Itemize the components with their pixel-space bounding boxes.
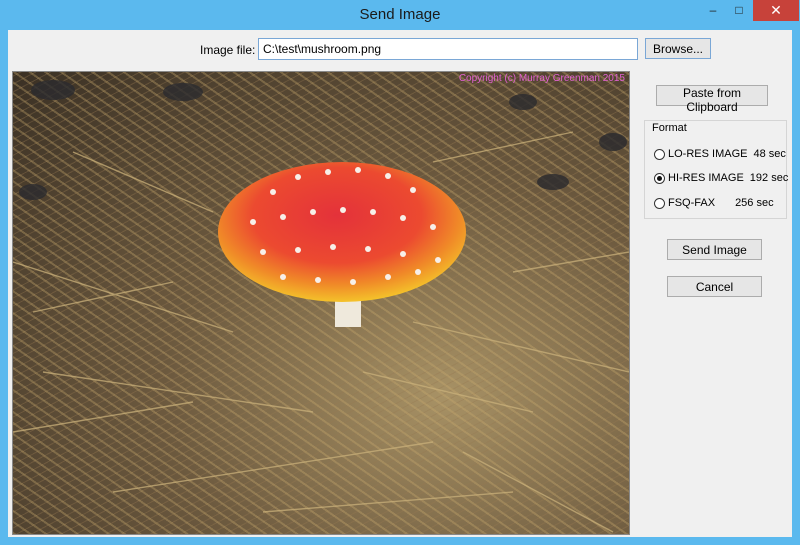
title-bar[interactable]: Send Image – □ ✕ [0, 0, 800, 30]
close-icon: ✕ [770, 2, 782, 18]
close-button[interactable]: ✕ [753, 0, 799, 21]
radio-button-selected[interactable] [654, 172, 665, 184]
mushroom-image [13, 80, 629, 533]
format-option-time: 48 sec [753, 148, 786, 160]
paste-from-clipboard-button[interactable]: Paste from Clipboard [656, 85, 768, 114]
radio-button[interactable] [654, 197, 665, 209]
radio-button[interactable] [654, 148, 665, 160]
format-option-fsq-fax[interactable]: FSQ-FAX 256 sec [654, 195, 774, 211]
window-title: Send Image [359, 6, 441, 23]
format-option-hi-res[interactable]: HI-RES IMAGE 192 sec [654, 170, 788, 186]
browse-button[interactable]: Browse... [645, 38, 711, 59]
dialog-client-area: Image file: Browse... [8, 30, 792, 537]
format-option-time: 192 sec [749, 172, 789, 184]
maximize-button[interactable]: □ [726, 0, 752, 21]
minimize-icon: – [709, 3, 717, 17]
format-option-lo-res[interactable]: LO-RES IMAGE 48 sec [654, 146, 786, 162]
send-image-window: Send Image – □ ✕ Image file: Browse... [0, 0, 800, 545]
cancel-button[interactable]: Cancel [667, 276, 762, 297]
format-option-label: FSQ-FAX [668, 197, 716, 209]
format-option-label: LO-RES IMAGE [668, 148, 748, 160]
format-title: Format [650, 122, 689, 134]
minimize-button[interactable]: – [700, 0, 726, 21]
image-file-input[interactable] [258, 38, 638, 60]
maximize-icon: □ [735, 3, 743, 17]
image-file-label: Image file: [200, 43, 256, 57]
image-preview: Copyright (c) Murray Greenman 2015 [12, 71, 630, 535]
format-option-label: HI-RES IMAGE [668, 172, 744, 184]
copyright-watermark: Copyright (c) Murray Greenman 2015 [458, 73, 625, 84]
format-option-time: 256 sec [735, 197, 774, 209]
send-image-button[interactable]: Send Image [667, 239, 762, 260]
